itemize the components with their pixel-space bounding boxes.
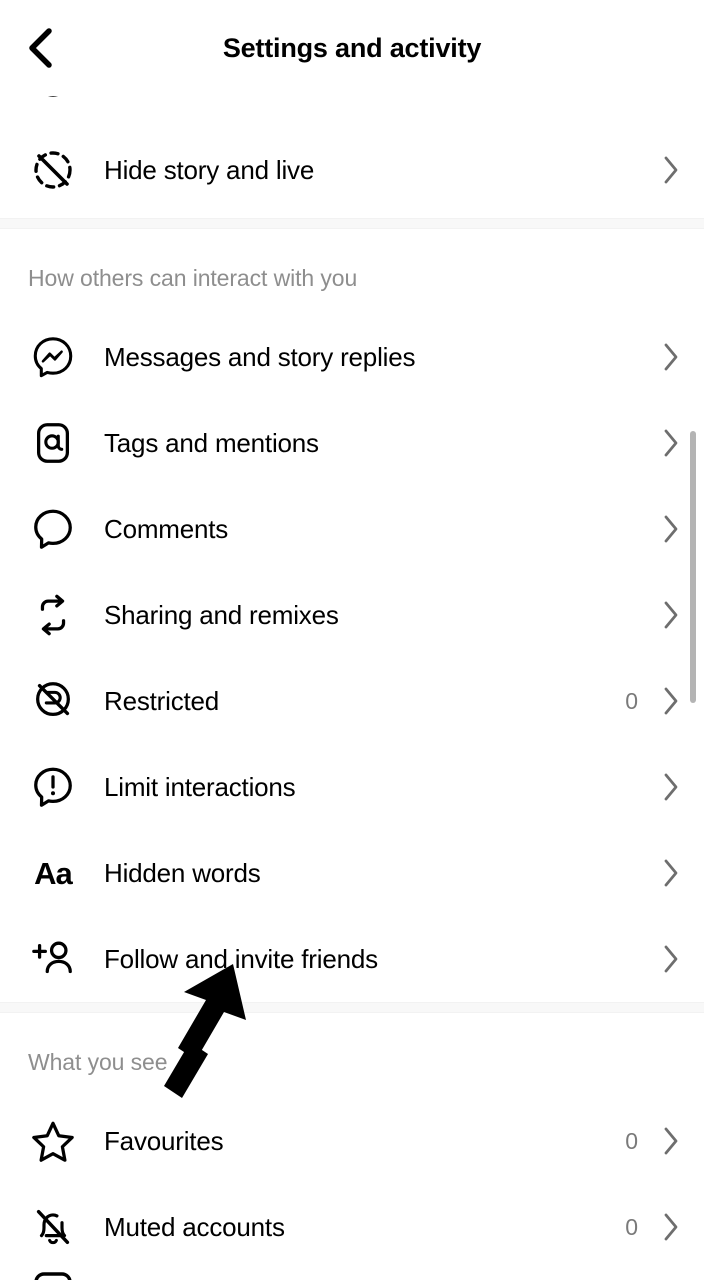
restricted-icon — [28, 676, 78, 726]
chevron-right-icon — [660, 684, 682, 718]
settings-and-activity-screen: Settings and activity Blocked — [0, 0, 704, 1280]
chevron-right-icon — [660, 1210, 682, 1244]
sidebar-item-follow-and-invite-friends[interactable]: Follow and invite friends — [0, 916, 704, 1002]
chevron-right-icon — [660, 856, 682, 890]
hidden-words-aa-icon: Aa — [34, 855, 73, 891]
sidebar-item-hidden-words[interactable]: Aa Hidden words — [0, 830, 704, 916]
chevron-right-icon — [660, 598, 682, 632]
sidebar-item-tags-and-mentions[interactable]: Tags and mentions — [0, 400, 704, 486]
list-item-label: Tags and mentions — [104, 427, 319, 458]
list-item-label: Follow and invite friends — [104, 943, 378, 974]
sidebar-item-favourites[interactable]: Favourites 0 — [0, 1098, 704, 1184]
back-button[interactable] — [12, 20, 68, 76]
clipped-row-blocked[interactable]: Blocked — [0, 96, 704, 122]
scrollbar-thumb[interactable] — [690, 431, 696, 703]
chevron-right-icon — [660, 942, 682, 976]
section-header-what-you-see: What you see — [28, 1049, 168, 1075]
chevron-right-icon — [660, 1124, 682, 1158]
list-item-label: Restricted — [104, 685, 220, 716]
sidebar-item-hide-story-and-live[interactable]: Hide story and live — [0, 122, 704, 218]
repeat-remix-icon — [28, 590, 78, 640]
page-title: Settings and activity — [222, 32, 482, 63]
settings-list[interactable]: Blocked Hide story and live — [0, 96, 704, 1280]
list-item-label: Limit interactions — [104, 771, 296, 802]
chevron-right-icon — [660, 340, 682, 374]
hide-story-icon — [28, 145, 78, 195]
sidebar-item-limit-interactions[interactable]: Limit interactions — [0, 744, 704, 830]
sidebar-item-messages-and-story-replies[interactable]: Messages and story replies — [0, 314, 704, 400]
list-item-label: Hidden words — [104, 857, 261, 888]
muted-bell-icon — [28, 1202, 78, 1252]
limit-interactions-icon — [28, 762, 78, 812]
content-preferences-icon — [28, 1270, 78, 1280]
clipped-bottom-row[interactable] — [0, 1270, 704, 1280]
chevron-right-icon — [660, 426, 682, 460]
list-item-label: Messages and story replies — [104, 341, 416, 372]
add-person-icon — [28, 934, 78, 984]
sidebar-item-restricted[interactable]: Restricted 0 — [0, 658, 704, 744]
chevron-right-icon — [660, 770, 682, 804]
section-header-how-others-interact: How others can interact with you — [28, 265, 358, 291]
sidebar-item-sharing-and-remixes[interactable]: Sharing and remixes — [0, 572, 704, 658]
chevron-right-icon — [660, 153, 682, 187]
list-item-label: Muted accounts — [104, 1211, 285, 1242]
muted-accounts-count: 0 — [625, 1213, 638, 1240]
list-item-label: Hide story and live — [104, 154, 315, 185]
list-item[interactable]: Blocked — [0, 96, 704, 122]
restricted-count: 0 — [625, 687, 638, 714]
section-divider — [0, 218, 704, 229]
chevron-left-icon — [29, 28, 52, 68]
sidebar-item-comments[interactable]: Comments — [0, 486, 704, 572]
blocked-circle-icon — [28, 96, 78, 104]
section-divider — [0, 1002, 704, 1013]
chevron-right-icon — [660, 512, 682, 546]
at-mention-icon — [28, 418, 78, 468]
favourites-count: 0 — [625, 1127, 638, 1154]
comment-bubble-icon — [28, 504, 78, 554]
list-item-label: Favourites — [104, 1125, 224, 1156]
list-item-label: Sharing and remixes — [104, 599, 339, 630]
messenger-icon — [28, 332, 78, 382]
list-item-label: Comments — [104, 513, 229, 544]
app-header: Settings and activity — [0, 0, 704, 96]
star-icon — [28, 1116, 78, 1166]
sidebar-item-muted-accounts[interactable]: Muted accounts 0 — [0, 1184, 704, 1270]
